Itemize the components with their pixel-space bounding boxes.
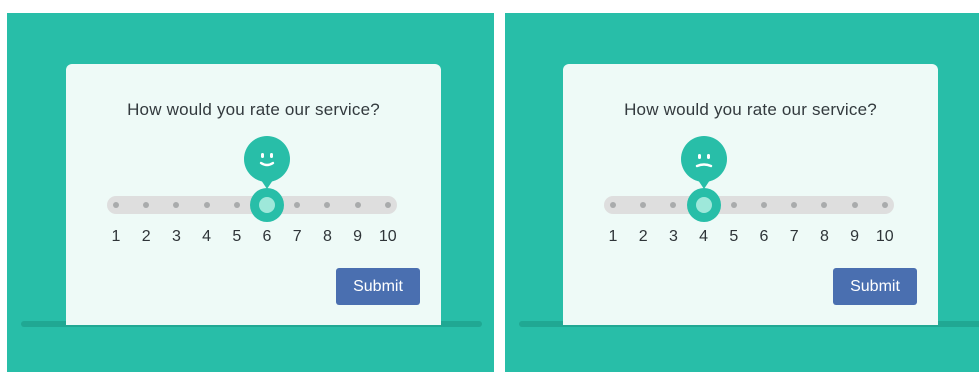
rating-card: How would you rate our service? 12345678… — [66, 64, 441, 325]
scale-dot[interactable] — [294, 202, 301, 208]
question-text: How would you rate our service? — [624, 100, 877, 119]
scale-dot[interactable] — [851, 202, 858, 208]
scale-dot[interactable] — [821, 202, 828, 208]
rating-panel-left: How would you rate our service? 12345678… — [7, 13, 494, 372]
rating-slider-track[interactable] — [604, 196, 894, 214]
scale-dot[interactable] — [143, 202, 150, 208]
scale-dot[interactable] — [791, 202, 798, 208]
scale-dot[interactable] — [761, 202, 767, 208]
scale-label-2[interactable]: 2 — [631, 228, 655, 246]
scale-dot[interactable] — [203, 202, 210, 208]
scale-label-2[interactable]: 2 — [134, 228, 158, 246]
scale-dot[interactable] — [881, 202, 888, 208]
scale-labels: 1 2 3 4 5 6 7 8 9 10 — [563, 228, 938, 248]
scale-label-5[interactable]: 5 — [225, 228, 249, 246]
scale-label-3[interactable]: 3 — [164, 228, 188, 246]
scale-label-6[interactable]: 6 — [752, 228, 776, 246]
scale-dot[interactable] — [324, 202, 331, 208]
scale-label-10[interactable]: 10 — [376, 228, 400, 246]
scale-label-7[interactable]: 7 — [285, 228, 309, 246]
scale-label-4[interactable]: 4 — [195, 228, 219, 246]
question-text: How would you rate our service? — [127, 100, 380, 119]
smile-face-icon — [244, 136, 290, 189]
scale-label-5[interactable]: 5 — [722, 228, 746, 246]
scale-label-7[interactable]: 7 — [782, 228, 806, 246]
scale-label-8[interactable]: 8 — [812, 228, 836, 246]
scale-dot[interactable] — [354, 202, 361, 208]
scale-dot[interactable] — [233, 202, 240, 208]
scale-dot[interactable] — [640, 202, 647, 208]
scale-dot[interactable] — [384, 202, 391, 208]
scale-dot[interactable] — [610, 202, 616, 208]
rating-panel-right: How would you rate our service? 12345678… — [505, 13, 979, 372]
scale-dot[interactable] — [113, 202, 119, 208]
rating-slider-handle[interactable] — [250, 188, 284, 222]
scale-label-1[interactable]: 1 — [104, 228, 128, 246]
scale-labels: 1 2 3 4 5 6 7 8 9 10 — [66, 228, 441, 248]
rating-card: How would you rate our service? 12345678… — [563, 64, 938, 325]
scale-label-6[interactable]: 6 — [255, 228, 279, 246]
scale-dot[interactable] — [670, 202, 677, 208]
scale-dot[interactable] — [730, 202, 737, 208]
scale-label-3[interactable]: 3 — [661, 228, 685, 246]
neutral-face-icon — [680, 136, 727, 189]
scale-label-10[interactable]: 10 — [873, 228, 897, 246]
submit-button[interactable]: Submit — [833, 268, 917, 305]
submit-button[interactable]: Submit — [336, 268, 420, 305]
rating-slider-handle[interactable] — [686, 188, 721, 222]
scale-label-9[interactable]: 9 — [843, 228, 867, 246]
scale-label-8[interactable]: 8 — [315, 228, 339, 246]
scale-dot[interactable] — [173, 202, 180, 208]
scale-label-1[interactable]: 1 — [601, 228, 625, 246]
scale-label-4[interactable]: 4 — [692, 228, 716, 246]
scale-label-9[interactable]: 9 — [346, 228, 370, 246]
